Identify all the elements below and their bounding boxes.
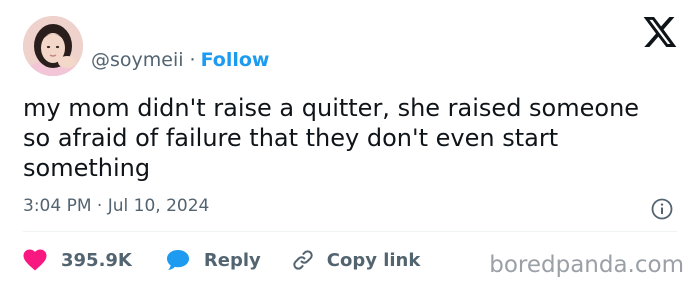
tweet-text-line: my mom didn't raise a quitter, she raise… — [23, 94, 640, 122]
avatar[interactable] — [23, 16, 83, 76]
reply-label: Reply — [203, 249, 261, 271]
author-handle[interactable]: @soymeii — [91, 49, 184, 71]
tweet-text-line: something — [23, 154, 151, 182]
speech-bubble-icon — [166, 250, 189, 270]
author-line: @soymeii · Follow — [91, 47, 269, 73]
profile-photo — [23, 16, 83, 76]
follow-button[interactable]: Follow — [201, 49, 270, 71]
divider — [23, 231, 677, 232]
copy-link-button[interactable]: Copy link — [291, 248, 421, 272]
copy-link-label: Copy link — [326, 249, 421, 271]
like-button[interactable]: 395.9K — [23, 249, 132, 271]
info-icon[interactable] — [651, 198, 673, 220]
tweet-text: my mom didn't raise a quitter, she raise… — [23, 93, 683, 183]
like-count: 395.9K — [61, 249, 132, 271]
x-logo-icon[interactable] — [643, 17, 677, 47]
heart-icon — [23, 249, 47, 271]
tweet-card: @soymeii · Follow my mom didn't raise a … — [0, 0, 700, 287]
separator-dot: · — [189, 49, 196, 71]
action-bar: 395.9K Reply Copy link — [23, 245, 420, 275]
reply-button[interactable]: Reply — [166, 249, 261, 271]
timestamp[interactable]: 3:04 PM · Jul 10, 2024 — [23, 196, 209, 216]
tweet-text-line: so afraid of failure that they don't eve… — [23, 124, 559, 152]
link-icon — [293, 250, 313, 270]
watermark: boredpanda.com — [489, 252, 684, 278]
